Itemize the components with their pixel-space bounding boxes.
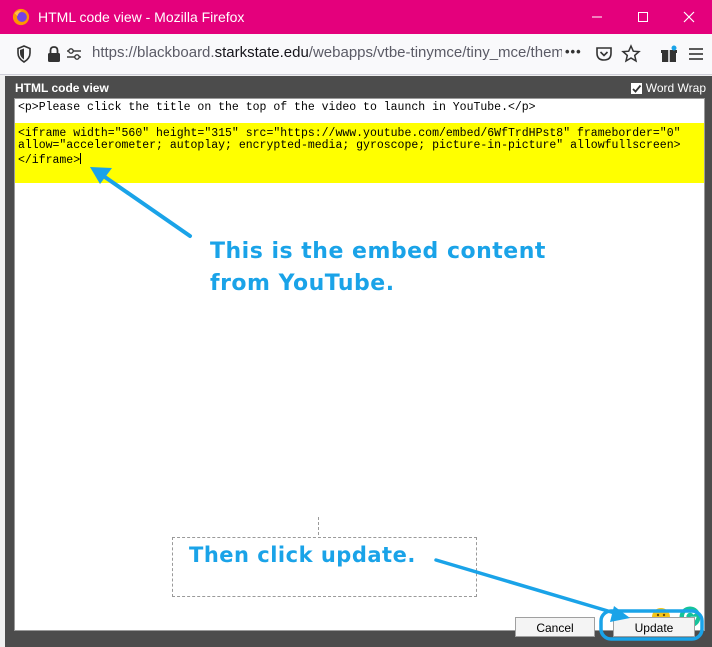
window-title: HTML code view - Mozilla Firefox xyxy=(38,9,245,25)
pocket-icon[interactable] xyxy=(594,44,614,64)
dashed-guide xyxy=(318,517,320,535)
window-titlebar: HTML code view - Mozilla Firefox xyxy=(0,0,712,34)
cancel-button[interactable]: Cancel xyxy=(515,617,595,637)
checkmark-icon xyxy=(632,84,641,93)
star-icon[interactable] xyxy=(621,44,641,64)
update-button[interactable]: Update xyxy=(613,617,695,637)
word-wrap-checkbox[interactable] xyxy=(630,82,642,94)
minimize-button[interactable] xyxy=(574,0,620,34)
firefox-logo-icon xyxy=(12,8,30,26)
embed-annotation: This is the embed content from YouTube. xyxy=(210,236,630,300)
navigation-bar: https://blackboard.starkstate.edu/webapp… xyxy=(0,34,712,75)
maximize-button[interactable] xyxy=(620,0,666,34)
url-domain: starkstate.edu xyxy=(214,44,309,61)
gift-icon[interactable] xyxy=(659,44,679,64)
word-wrap-toggle[interactable]: Word Wrap xyxy=(630,81,706,95)
iframe-code-text: <iframe width="560" height="315" src="ht… xyxy=(18,127,681,167)
minimize-icon xyxy=(592,16,602,18)
text-caret xyxy=(80,152,82,164)
more-icon[interactable]: ••• xyxy=(565,44,582,59)
menu-icon[interactable] xyxy=(686,44,706,64)
code-paragraph-line: <p>Please click the title on the top of … xyxy=(18,101,536,114)
close-button[interactable] xyxy=(666,0,712,34)
html-code-editor[interactable]: <p>Please click the title on the top of … xyxy=(14,98,705,631)
close-icon xyxy=(683,11,695,23)
dialog-title: HTML code view xyxy=(15,81,109,95)
update-annotation: Then click update. xyxy=(189,543,416,567)
permissions-icon[interactable] xyxy=(64,44,84,64)
maximize-icon xyxy=(638,12,648,22)
url-path: /webapps/vtbe-tinymce/tiny_mce/themes/ac xyxy=(308,44,562,61)
url-field[interactable]: https://blackboard.starkstate.edu/webapp… xyxy=(92,44,562,61)
embed-annotation-line1: This is the embed content xyxy=(210,239,546,264)
html-code-view-dialog: HTML code view Word Wrap <p>Please click… xyxy=(5,76,712,647)
embed-annotation-line2: from YouTube. xyxy=(210,271,395,296)
shield-icon[interactable] xyxy=(14,44,34,64)
word-wrap-label: Word Wrap xyxy=(645,81,706,95)
lock-icon[interactable] xyxy=(44,44,64,64)
url-prefix: https://blackboard. xyxy=(92,44,215,61)
highlighted-iframe-code: <iframe width="560" height="315" src="ht… xyxy=(15,123,704,183)
